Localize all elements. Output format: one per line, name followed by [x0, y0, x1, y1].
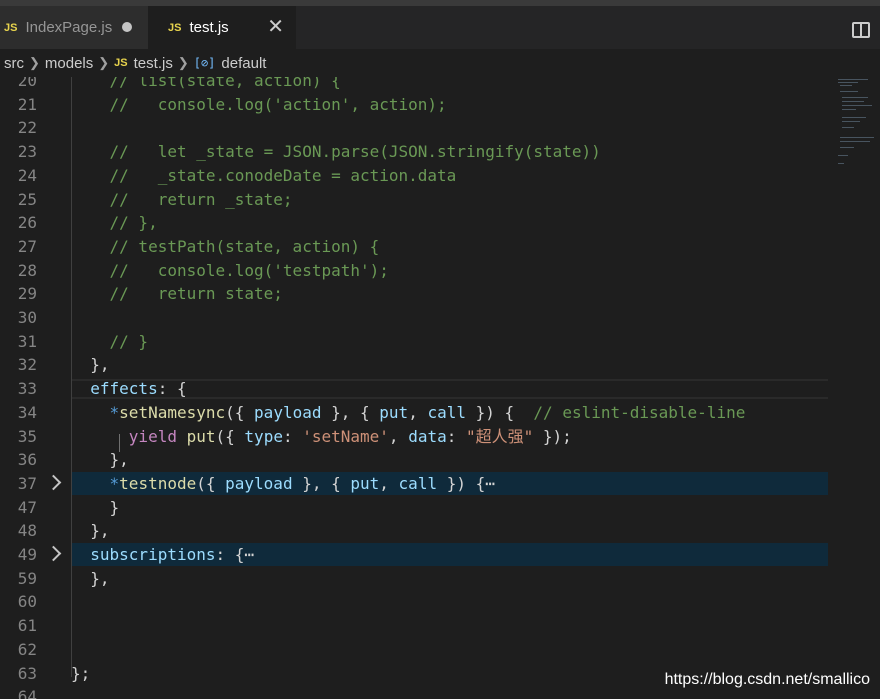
line-number: 22 [17, 118, 37, 138]
fold-chevron-icon[interactable] [45, 474, 62, 491]
code-text: }; [71, 663, 91, 683]
tab-indexpage[interactable]: JS IndexPage.js [0, 6, 148, 49]
code-text: }, [71, 450, 129, 470]
code-text: subscriptions: {⋯ [90, 545, 255, 564]
code-text: // return _state; [109, 189, 293, 209]
unsaved-dot-icon[interactable] [122, 22, 132, 32]
code-text: yield put({ type: 'setName', data: "超人强"… [128, 426, 572, 446]
code-line[interactable]: 20 // list(state, action) { [0, 77, 880, 93]
line-number: 36 [17, 450, 37, 470]
code-text: *testnode({ payload }, { put, call }) {⋯ [109, 473, 495, 493]
line-number: 28 [17, 260, 37, 280]
js-file-icon: JS [168, 21, 182, 34]
code-line[interactable]: 62 [0, 638, 880, 662]
js-file-icon: JS [4, 21, 18, 34]
code-line[interactable]: 28 // console.log('testpath'); [0, 259, 880, 283]
code-line[interactable]: 36 }, [0, 448, 880, 472]
line-number: 20 [17, 77, 37, 90]
line-number: 63 [17, 663, 37, 683]
code-text: }, [71, 355, 110, 375]
line-number: 37 [17, 473, 37, 493]
code-line[interactable]: 47 } [0, 496, 880, 520]
chevron-right-icon: ❯ [29, 55, 40, 70]
code-line[interactable]: 32 }, [0, 353, 880, 377]
line-number: 60 [17, 592, 37, 612]
line-number: 35 [17, 426, 37, 446]
code-line[interactable]: 25 // return _state; [0, 188, 880, 212]
chevron-right-icon: ❯ [177, 55, 189, 70]
code-text: // console.log('action', action); [109, 94, 447, 114]
breadcrumb-item-default[interactable]: default [221, 55, 266, 72]
tab-test[interactable]: JS test.js ✕ [148, 6, 296, 49]
line-number: 48 [17, 521, 37, 541]
code-line[interactable]: 49 subscriptions: {⋯ [0, 543, 880, 567]
js-file-icon: JS [114, 57, 128, 69]
breadcrumb-item-file[interactable]: test.js [134, 55, 173, 72]
code-line[interactable]: 22 [0, 116, 880, 140]
line-number: 29 [17, 284, 37, 304]
line-number: 31 [17, 331, 37, 351]
code-line[interactable]: 35 yield put({ type: 'setName', data: "超… [0, 425, 880, 449]
code-text: // }, [109, 213, 158, 233]
symbol-icon: [⊘] [193, 56, 216, 70]
line-number: 32 [17, 355, 37, 375]
code-text: // _state.conodeDate = action.data [109, 165, 457, 185]
line-number: 61 [17, 616, 37, 636]
line-number: 47 [17, 497, 37, 517]
code-line[interactable]: 30 [0, 306, 880, 330]
code-line[interactable]: 31 // } [0, 330, 880, 354]
code-editor[interactable]: 20 // list(state, action) {21 // console… [0, 77, 880, 699]
chevron-right-icon: ❯ [98, 55, 110, 70]
code-text: } [71, 497, 120, 517]
code-text: // } [109, 331, 149, 351]
line-number: 25 [17, 189, 37, 209]
line-number: 21 [17, 94, 37, 114]
code-text: // list(state, action) { [109, 77, 341, 90]
code-text: // testPath(state, action) { [109, 236, 380, 256]
code-text: }, [71, 568, 110, 588]
line-number: 26 [17, 213, 37, 233]
code-text: // let _state = JSON.parse(JSON.stringif… [109, 142, 601, 162]
breadcrumb-item-src[interactable]: src [4, 55, 24, 72]
minimap[interactable] [836, 77, 880, 177]
code-text: // console.log('testpath'); [109, 260, 389, 280]
line-number: 27 [17, 236, 37, 256]
code-line[interactable]: 23 // let _state = JSON.parse(JSON.strin… [0, 140, 880, 164]
code-line[interactable]: 48 }, [0, 519, 880, 543]
watermark-url: https://blog.csdn.net/smallico [664, 671, 870, 688]
line-number: 33 [17, 379, 37, 399]
fold-chevron-icon[interactable] [45, 545, 62, 562]
breadcrumb: src ❯ models ❯ JS test.js ❯ [⊘] default [0, 49, 880, 77]
code-line[interactable]: 21 // console.log('action', action); [0, 93, 880, 117]
code-line[interactable]: 37 *testnode({ payload }, { put, call })… [0, 471, 880, 496]
line-number: 23 [17, 142, 37, 162]
tab-bar: JS IndexPage.js JS test.js ✕ [0, 6, 880, 49]
split-editor-icon[interactable] [852, 22, 870, 38]
tab-label: IndexPage.js [25, 19, 113, 36]
code-line[interactable]: 34 *setNamesync({ payload }, { put, call… [0, 401, 880, 425]
close-icon[interactable]: ✕ [267, 14, 284, 38]
code-line[interactable]: 60 [0, 590, 880, 614]
line-number: 59 [17, 568, 37, 588]
code-line[interactable]: 33 effects: { [0, 377, 880, 401]
code-line[interactable]: 61 [0, 614, 880, 638]
code-line[interactable]: 24 // _state.conodeDate = action.data [0, 164, 880, 188]
code-line[interactable]: 29 // return state; [0, 282, 880, 306]
code-text: effects: { [90, 379, 187, 399]
code-text: // return state; [109, 284, 283, 304]
line-number: 30 [17, 308, 37, 327]
line-number: 49 [17, 545, 37, 564]
line-number: 34 [17, 402, 37, 422]
breadcrumb-item-models[interactable]: models [45, 55, 93, 72]
line-number: 64 [17, 687, 37, 699]
code-line[interactable]: 26 // }, [0, 211, 880, 235]
line-number: 24 [17, 165, 37, 185]
line-number: 62 [17, 639, 37, 659]
tab-label: test.js [189, 19, 229, 36]
code-text: }, [71, 521, 110, 541]
code-text: *setNamesync({ payload }, { put, call })… [109, 402, 746, 422]
code-line[interactable]: 59 }, [0, 567, 880, 591]
code-line[interactable]: 27 // testPath(state, action) { [0, 235, 880, 259]
